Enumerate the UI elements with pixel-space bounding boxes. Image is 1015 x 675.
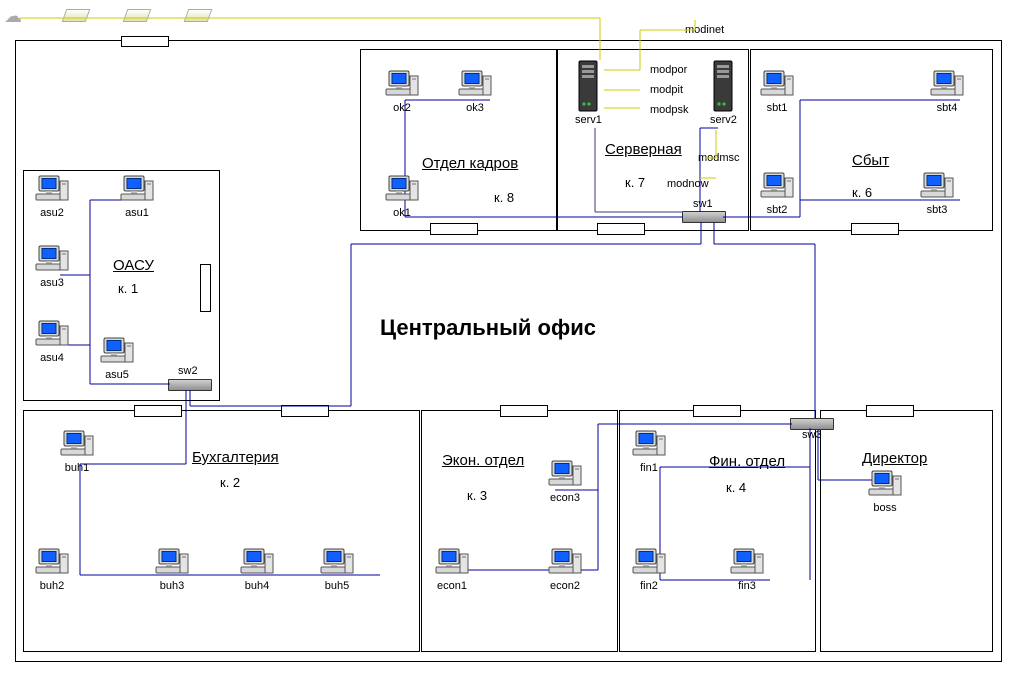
pc-icon — [920, 172, 954, 202]
pc-icon — [632, 430, 666, 460]
workstation-asu3: asu3 — [35, 245, 69, 289]
pc-icon — [458, 70, 492, 100]
workstation-econ2: econ2 — [548, 548, 582, 592]
pc-icon — [760, 70, 794, 100]
host-label: asu1 — [125, 207, 149, 219]
pc-icon — [100, 337, 134, 367]
host-label: fin2 — [640, 580, 658, 592]
host-layer: asu2 asu1 asu3 — [0, 0, 1015, 675]
host-label: asu4 — [40, 352, 64, 364]
pc-icon — [385, 70, 419, 100]
host-label: buh4 — [245, 580, 269, 592]
workstation-fin3: fin3 — [730, 548, 764, 592]
workstation-asu5: asu5 — [100, 337, 134, 381]
workstation-asu1: asu1 — [120, 175, 154, 219]
workstation-buh2: buh2 — [35, 548, 69, 592]
host-label: asu3 — [40, 277, 64, 289]
server-icon — [713, 60, 733, 112]
host-label: fin3 — [738, 580, 756, 592]
host-label: econ2 — [550, 580, 580, 592]
host-label: fin1 — [640, 462, 658, 474]
server-icon — [578, 60, 598, 112]
pc-icon — [35, 245, 69, 275]
pc-icon — [930, 70, 964, 100]
host-label: sbt3 — [927, 204, 948, 216]
workstation-sbt1: sbt1 — [760, 70, 794, 114]
pc-icon — [120, 175, 154, 205]
host-label: serv2 — [710, 114, 737, 126]
host-label: ok1 — [393, 207, 411, 219]
host-label: buh1 — [65, 462, 89, 474]
workstation-asu4: asu4 — [35, 320, 69, 364]
workstation-fin2: fin2 — [632, 548, 666, 592]
workstation-econ1: econ1 — [435, 548, 469, 592]
workstation-buh1: buh1 — [60, 430, 94, 474]
workstation-sbt4: sbt4 — [930, 70, 964, 114]
workstation-buh4: buh4 — [240, 548, 274, 592]
pc-icon — [35, 320, 69, 350]
pc-icon — [548, 548, 582, 578]
workstation-ok2: ok2 — [385, 70, 419, 114]
workstation-buh3: buh3 — [155, 548, 189, 592]
pc-icon — [760, 172, 794, 202]
pc-icon — [632, 548, 666, 578]
workstation-boss: boss — [868, 470, 902, 514]
host-label: sbt4 — [937, 102, 958, 114]
pc-icon — [385, 175, 419, 205]
host-label: ok3 — [466, 102, 484, 114]
workstation-econ3: econ3 — [548, 460, 582, 504]
pc-icon — [60, 430, 94, 460]
pc-icon — [155, 548, 189, 578]
host-label: ok2 — [393, 102, 411, 114]
workstation-buh5: buh5 — [320, 548, 354, 592]
host-label: sbt2 — [767, 204, 788, 216]
host-label: asu5 — [105, 369, 129, 381]
pc-icon — [730, 548, 764, 578]
pc-icon — [240, 548, 274, 578]
pc-icon — [548, 460, 582, 490]
host-label: econ1 — [437, 580, 467, 592]
pc-icon — [35, 548, 69, 578]
host-label: buh2 — [40, 580, 64, 592]
host-label: sbt1 — [767, 102, 788, 114]
pc-icon — [35, 175, 69, 205]
pc-icon — [435, 548, 469, 578]
workstation-ok1: ok1 — [385, 175, 419, 219]
pc-icon — [320, 548, 354, 578]
host-label: buh5 — [325, 580, 349, 592]
host-label: serv1 — [575, 114, 602, 126]
server-serv1: serv1 — [575, 60, 602, 126]
host-label: asu2 — [40, 207, 64, 219]
workstation-sbt3: sbt3 — [920, 172, 954, 216]
workstation-asu2: asu2 — [35, 175, 69, 219]
workstation-sbt2: sbt2 — [760, 172, 794, 216]
workstation-ok3: ok3 — [458, 70, 492, 114]
host-label: econ3 — [550, 492, 580, 504]
host-label: buh3 — [160, 580, 184, 592]
diagram-canvas: ☁ Центральный офис ОАСУ к. 1 Отдел кадро… — [0, 0, 1015, 675]
pc-icon — [868, 470, 902, 500]
host-label: boss — [873, 502, 896, 514]
workstation-fin1: fin1 — [632, 430, 666, 474]
server-serv2: serv2 — [710, 60, 737, 126]
